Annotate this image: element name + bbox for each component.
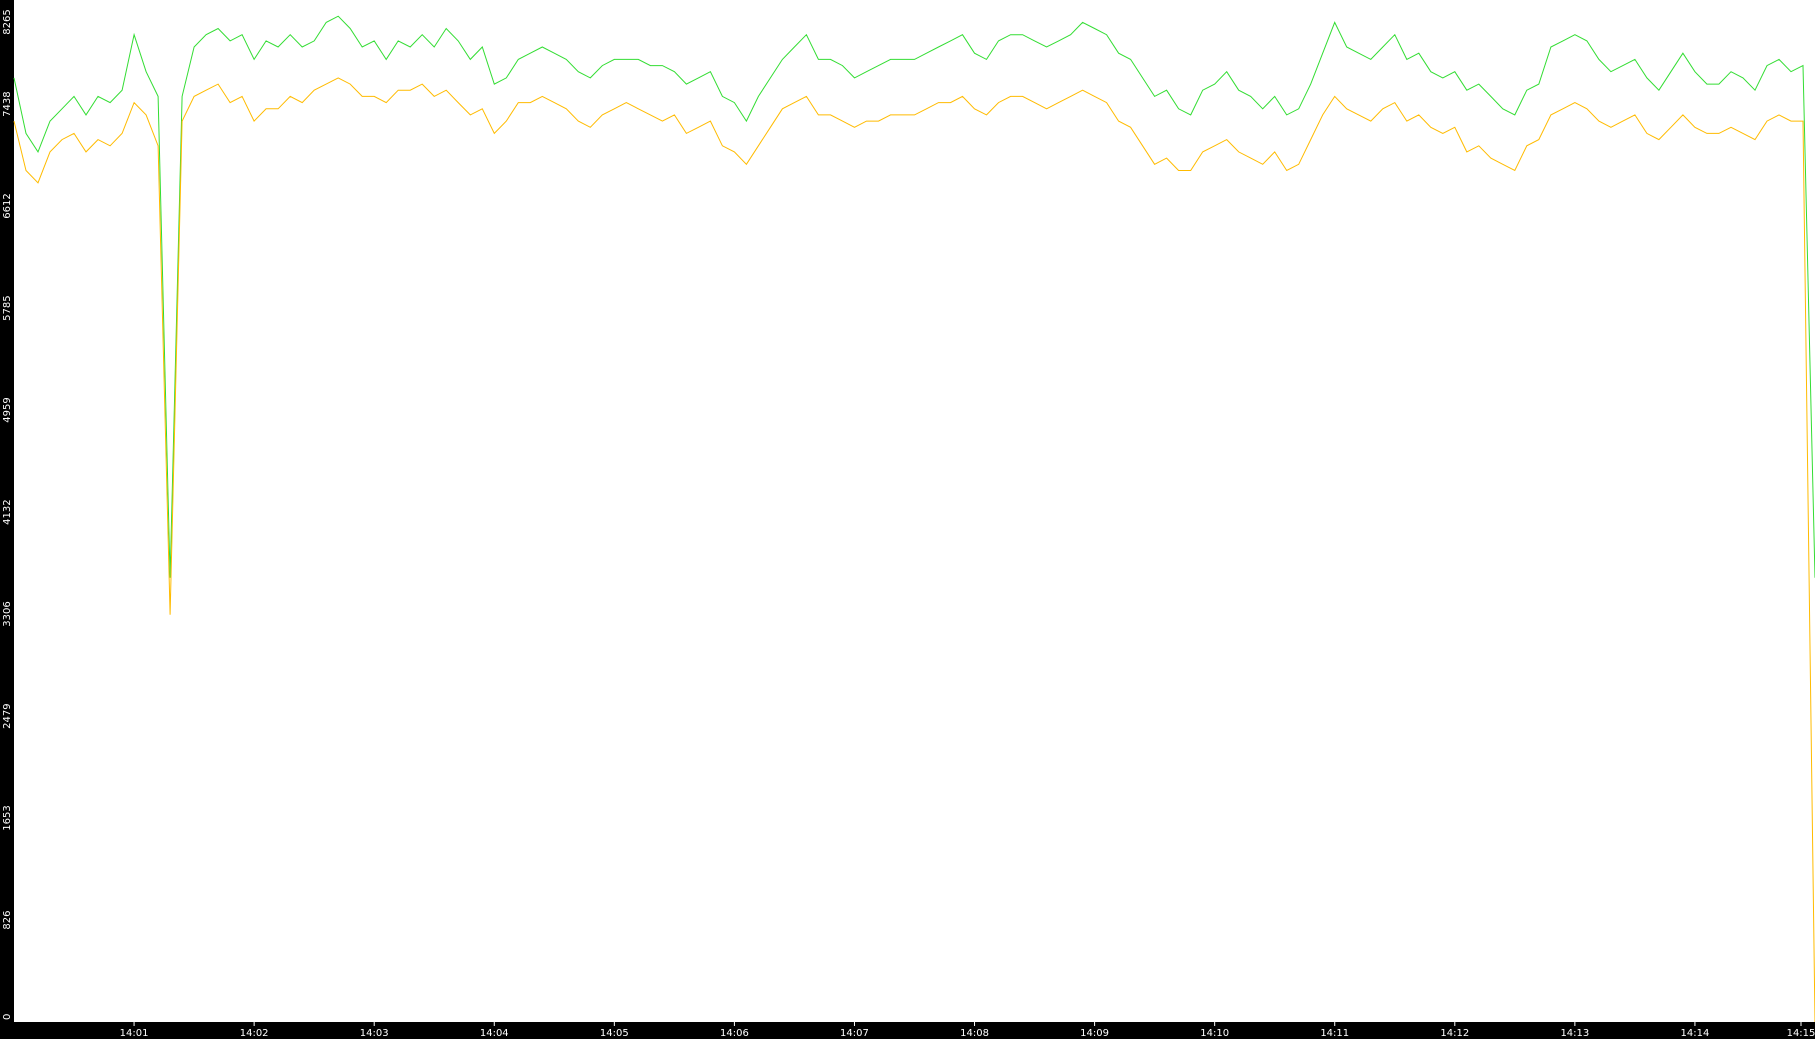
y-tick-label: 7438 [2, 91, 13, 116]
y-tick-label: 2479 [2, 703, 13, 728]
x-tick-label: 14:03 [360, 1028, 389, 1039]
y-tick-label: 1653 [2, 805, 13, 830]
x-tick-label: 14:15 [1787, 1028, 1815, 1039]
x-tick-label: 14:10 [1200, 1028, 1229, 1039]
x-tick-label: 14:02 [240, 1028, 269, 1039]
y-tick-label: 6612 [2, 193, 13, 218]
x-axis-bar [0, 1022, 1815, 1039]
x-tick-label: 14:01 [120, 1028, 149, 1039]
y-tick-label: 4959 [2, 397, 13, 422]
x-tick-label: 14:04 [480, 1028, 509, 1039]
plot-area [14, 0, 1815, 1022]
x-tick-label: 14:07 [840, 1028, 869, 1039]
y-tick-label: 5785 [2, 295, 13, 320]
x-tick-label: 14:12 [1440, 1028, 1469, 1039]
x-tick-label: 14:09 [1080, 1028, 1109, 1039]
y-tick-label: 8265 [2, 9, 13, 34]
y-tick-label: 4132 [2, 499, 13, 524]
x-tick-label: 14:11 [1320, 1028, 1349, 1039]
x-tick-label: 14:05 [600, 1028, 629, 1039]
chart: 0 826 1653 2479 3306 4132 4959 5785 6612 7438 8265… [0, 0, 1815, 1039]
y-tick-label: 0 [2, 1014, 13, 1020]
y-tick-label: 3306 [2, 601, 13, 626]
x-tick-label: 14:08 [960, 1028, 989, 1039]
x-tick-label: 14:13 [1560, 1028, 1589, 1039]
line-chart: 0 826 1653 2479 3306 4132 4959 5785 6612 7438 8265… [0, 0, 1815, 1039]
x-tick-label: 14:14 [1681, 1028, 1710, 1039]
x-tick-label: 14:06 [720, 1028, 749, 1039]
y-tick-label: 826 [2, 911, 13, 930]
